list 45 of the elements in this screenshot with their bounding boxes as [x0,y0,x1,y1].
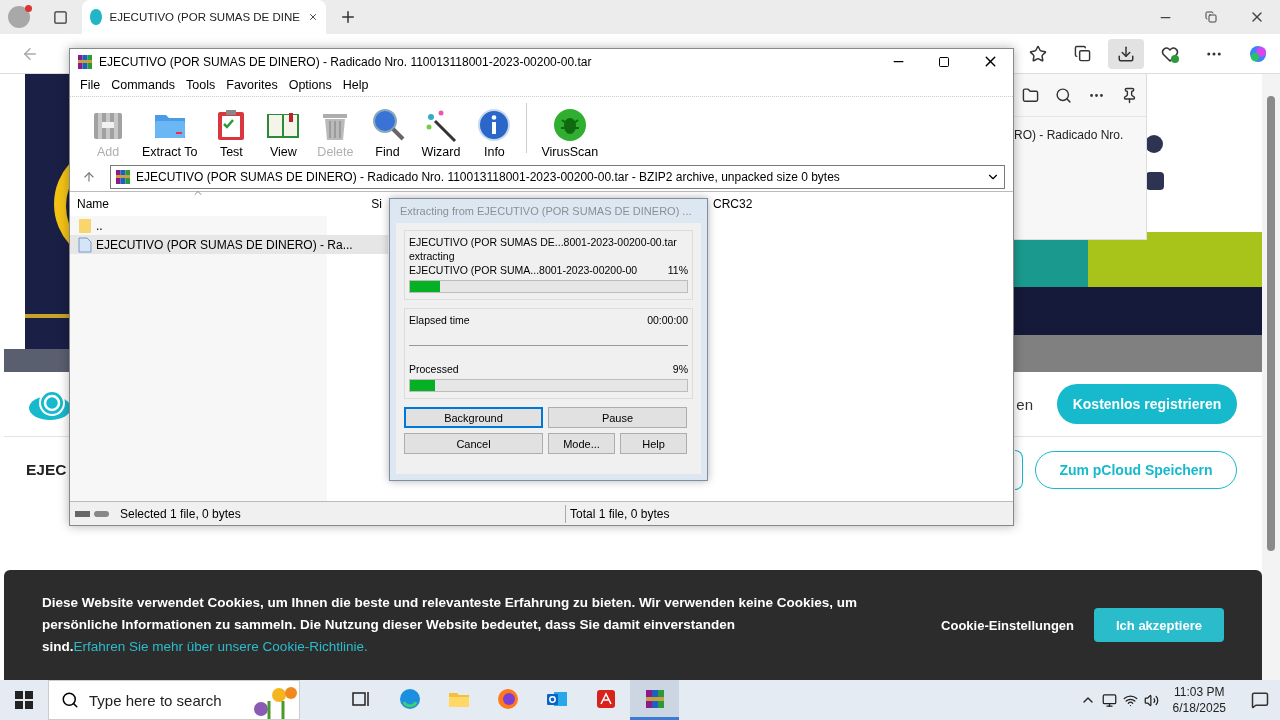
cookie-settings-link[interactable]: Cookie-Einstellungen [941,617,1074,633]
toolbar-button[interactable]: Info [468,107,521,159]
file-title: EJEC [26,461,67,479]
dialog-button[interactable]: Background [404,407,543,428]
toolbar-button[interactable]: Test [205,107,258,159]
archive-name: EJECUTIVO (POR SUMAS DE...8001-2023-00200-00.tar [409,235,678,249]
toolbar-button[interactable]: Extract To [134,107,206,159]
action-label: extracting [409,249,456,263]
menu-item[interactable]: Favorites [222,78,282,92]
download-item-name[interactable]: RO) - Radicado Nro. [1014,117,1146,142]
dialog-button[interactable]: Help [620,433,687,454]
processed-label: Processed [409,362,459,376]
dialog-button[interactable]: Mode... [548,433,615,454]
menu-item[interactable]: Help [338,78,373,92]
column-header[interactable]: CRC32 [706,197,776,211]
column-header[interactable]: Si [327,197,389,211]
dialog-button[interactable]: Pause [548,407,687,428]
toolbar-button[interactable]: View [257,107,310,159]
window-title: EJECUTIVO (POR SUMAS DE DINERO) - Radicado Nro. 110013118001-2023-00200-00.tar [99,54,592,69]
cookie-policy-link[interactable]: Erfahren Sie mehr über unsere Cookie-Richtlinie. [73,639,368,654]
file-name: EJECUTIVO (POR SUMA...8001-2023-00200-00 [409,263,638,277]
status-text: Total 1 file, 0 bytes [569,506,670,521]
browser-tab[interactable]: EJECUTIVO (POR SUMAS DE DINE [82,0,326,34]
column-header[interactable]: Name [70,197,327,211]
menu-item[interactable]: Options [284,78,336,92]
menu-item[interactable]: Commands [107,78,180,92]
menu-item[interactable]: File [76,78,105,92]
file-percent: 11% [667,263,688,277]
status-text: Selected 1 file, 0 bytes [119,506,242,521]
processed-percent: 9% [672,362,688,376]
taskbar-search-field[interactable]: Type here to search [48,680,300,720]
elapsed-label: Elapsed time [409,313,470,327]
toolbar-button[interactable]: VirusScan [533,107,607,159]
file-row[interactable]: EJECUTIVO (POR SUMAS DE DINERO) - Ra... [70,235,388,254]
toolbar-button[interactable]: Find [361,107,414,159]
elapsed-value: 00:00:00 [647,313,688,327]
path-field[interactable]: EJECUTIVO (POR SUMAS DE DINERO) - Radicado Nro. 110013118001-2023-00200-00.tar - BZIP2 archive, unpacked size 0 bytes [110,165,1005,189]
dialog-button[interactable]: Cancel [404,433,543,454]
toolbar-button[interactable]: Wizard [413,107,469,159]
cookie-notice: Diese Website verwendet Cookies, um Ihnen die beste und relevanteste Erfahrung zu bieten. Wir verwenden keine Cookies, um persönliche Informationen zu sammeln. Die Nutzung dieser Website bedeutet, dass Sie damit einverstanden sind.Erfahren Sie mehr über unsere Cookie-Richtlinie. [42,594,859,656]
menu-item[interactable]: Tools [182,78,220,92]
file-row[interactable]: .. [70,216,388,235]
login-link[interactable]: en [1016,395,1033,413]
dialog-title: Extracting from EJECUTIVO (POR SUMAS DE DINERO) ... [399,204,693,219]
taskbar-clock[interactable]: 11:03 PM 6/18/2025 [1164,684,1234,716]
